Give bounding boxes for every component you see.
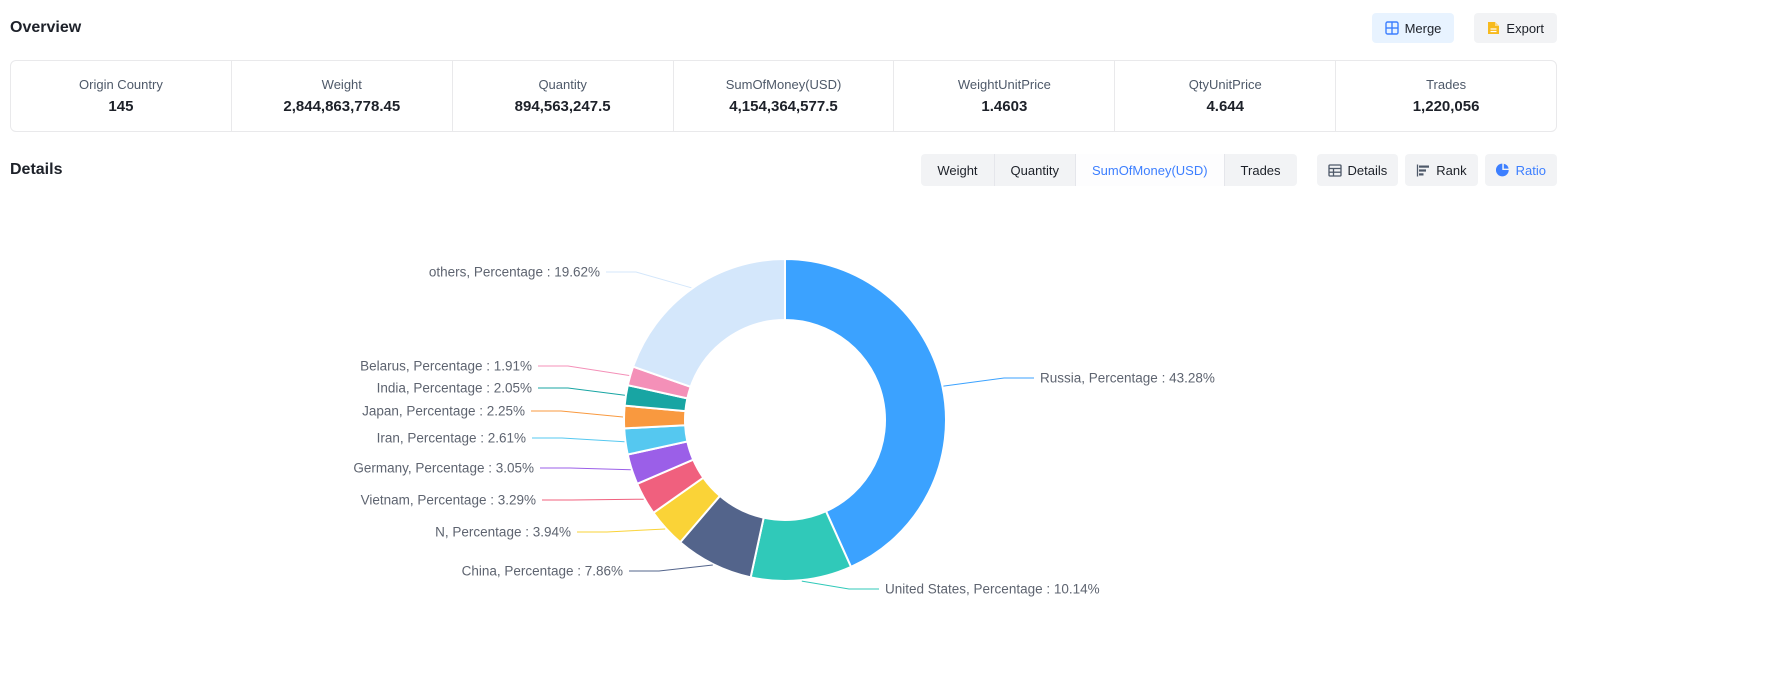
leader-line-india bbox=[538, 388, 625, 395]
stat-weight-unit-price: WeightUnitPrice 1.4603 bbox=[894, 61, 1115, 131]
stat-label: Origin Country bbox=[79, 77, 163, 92]
stat-trades: Trades 1,220,056 bbox=[1336, 61, 1556, 131]
slice-label-vietnam: Vietnam, Percentage : 3.29% bbox=[361, 493, 536, 508]
stat-value: 2,844,863,778.45 bbox=[283, 98, 400, 115]
export-button-label: Export bbox=[1506, 21, 1544, 36]
overview-stats-card: Origin Country 145 Weight 2,844,863,778.… bbox=[10, 60, 1557, 132]
leader-line-germany bbox=[540, 468, 631, 470]
leader-line-japan bbox=[531, 411, 623, 417]
merge-icon bbox=[1385, 21, 1399, 35]
stat-sum-of-money: SumOfMoney(USD) 4,154,364,577.5 bbox=[674, 61, 895, 131]
details-controls: Weight Quantity SumOfMoney(USD) Trades D… bbox=[921, 154, 1557, 186]
stat-origin-country: Origin Country 145 bbox=[11, 61, 232, 131]
tab-quantity[interactable]: Quantity bbox=[995, 154, 1076, 186]
slice-label-others: others, Percentage : 19.62% bbox=[429, 265, 600, 280]
stat-qty-unit-price: QtyUnitPrice 4.644 bbox=[1115, 61, 1336, 131]
leader-line-vietnam bbox=[542, 499, 644, 500]
leader-line-belarus bbox=[538, 366, 629, 376]
view-tab-rank[interactable]: Rank bbox=[1405, 154, 1477, 186]
slice-label-japan: Japan, Percentage : 2.25% bbox=[362, 404, 525, 419]
table-icon bbox=[1328, 164, 1342, 177]
view-tab-label: Details bbox=[1348, 163, 1388, 178]
tab-trades[interactable]: Trades bbox=[1225, 154, 1297, 186]
slice-label-india: India, Percentage : 2.05% bbox=[377, 381, 532, 396]
view-tab-ratio[interactable]: Ratio bbox=[1485, 154, 1557, 186]
slice-label-china: China, Percentage : 7.86% bbox=[462, 564, 623, 579]
tab-sum-of-money[interactable]: SumOfMoney(USD) bbox=[1076, 154, 1225, 186]
leader-line-russia bbox=[943, 378, 1034, 386]
page-title: Overview bbox=[10, 19, 81, 37]
stat-label: WeightUnitPrice bbox=[958, 77, 1051, 92]
details-title: Details bbox=[10, 161, 62, 179]
stat-label: Trades bbox=[1426, 77, 1466, 92]
stat-quantity: Quantity 894,563,247.5 bbox=[453, 61, 674, 131]
view-tab-group: Details Rank Ratio bbox=[1317, 154, 1557, 186]
leader-line-n bbox=[577, 529, 665, 532]
view-tab-details[interactable]: Details bbox=[1317, 154, 1399, 186]
metric-tab-group: Weight Quantity SumOfMoney(USD) Trades bbox=[921, 154, 1296, 186]
export-icon bbox=[1487, 21, 1500, 35]
slice-label-germany: Germany, Percentage : 3.05% bbox=[353, 461, 534, 476]
leader-line-united-states bbox=[802, 581, 879, 589]
stat-value: 1.4603 bbox=[981, 98, 1027, 115]
slice-label-united-states: United States, Percentage : 10.14% bbox=[885, 582, 1100, 597]
stat-value: 894,563,247.5 bbox=[515, 98, 611, 115]
stat-value: 4.644 bbox=[1206, 98, 1244, 115]
merge-button-label: Merge bbox=[1405, 21, 1442, 36]
stat-label: Quantity bbox=[538, 77, 586, 92]
stat-label: Weight bbox=[322, 77, 362, 92]
details-header-row: Details Weight Quantity SumOfMoney(USD) … bbox=[10, 154, 1557, 186]
slice-label-n: N, Percentage : 3.94% bbox=[435, 525, 571, 540]
view-tab-label: Rank bbox=[1436, 163, 1466, 178]
tab-weight[interactable]: Weight bbox=[921, 154, 994, 186]
stat-weight: Weight 2,844,863,778.45 bbox=[232, 61, 453, 131]
rank-icon bbox=[1416, 164, 1430, 177]
leader-line-china bbox=[629, 565, 713, 571]
stat-value: 1,220,056 bbox=[1413, 98, 1480, 115]
leader-line-others bbox=[606, 272, 691, 288]
slice-label-iran: Iran, Percentage : 2.61% bbox=[377, 431, 526, 446]
view-tab-label: Ratio bbox=[1516, 163, 1546, 178]
merge-button[interactable]: Merge bbox=[1372, 13, 1455, 43]
leader-line-iran bbox=[532, 438, 625, 442]
pie-icon bbox=[1496, 163, 1510, 177]
header: Overview Merge Export bbox=[10, 0, 1557, 44]
stat-label: QtyUnitPrice bbox=[1189, 77, 1262, 92]
stat-value: 145 bbox=[108, 98, 133, 115]
header-buttons: Merge Export bbox=[1372, 13, 1557, 43]
stat-value: 4,154,364,577.5 bbox=[729, 98, 837, 115]
export-button[interactable]: Export bbox=[1474, 13, 1557, 43]
stat-label: SumOfMoney(USD) bbox=[726, 77, 842, 92]
slice-label-russia: Russia, Percentage : 43.28% bbox=[1040, 371, 1215, 386]
slice-label-belarus: Belarus, Percentage : 1.91% bbox=[360, 359, 532, 374]
